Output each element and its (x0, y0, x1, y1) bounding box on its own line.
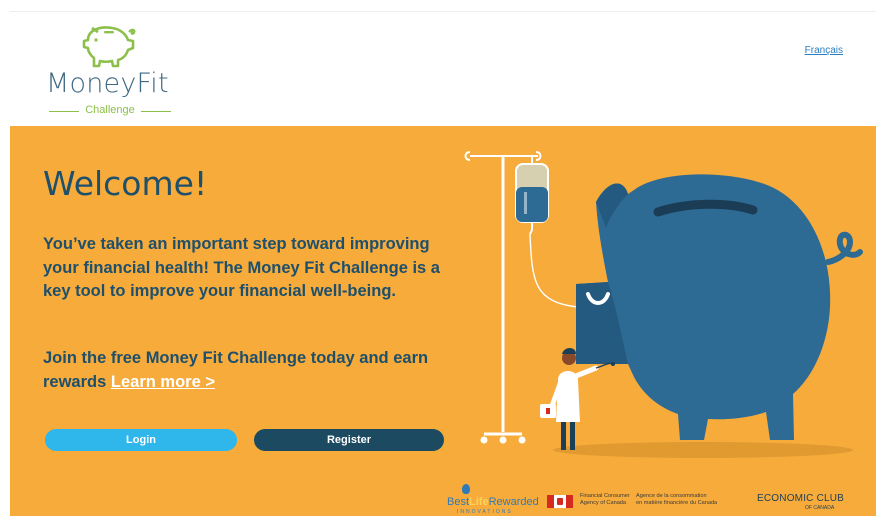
maple-leaf-icon (557, 498, 563, 505)
bestlife-drop-icon (462, 484, 470, 494)
iv-bag (515, 156, 579, 308)
welcome-heading: Welcome! (43, 164, 208, 203)
site-header: MoneyFit Challenge Français (10, 11, 876, 126)
bestlife-word-c: Rewarded (488, 496, 539, 508)
hero-section: Welcome! You’ve taken an important step … (10, 126, 876, 516)
learn-more-link[interactable]: Learn more > (111, 373, 215, 391)
economic-club-dots-icon (787, 506, 803, 509)
logo-title: MoneyFit (46, 68, 169, 99)
fcac-french-name: Agence de la consommation en matière fin… (636, 493, 718, 506)
flag-white-band (554, 495, 566, 508)
pig-shadow (553, 442, 853, 458)
page: MoneyFit Challenge Français Welcome! You… (0, 0, 876, 516)
join-text: Join the free Money Fit Challenge today … (43, 349, 429, 391)
piggy-bank (576, 174, 863, 440)
register-button[interactable]: Register (254, 429, 444, 451)
logo-subtitle: Challenge (43, 104, 177, 116)
bestlife-word-b: Life (469, 496, 489, 508)
intro-paragraph: You’ve taken an important step toward im… (43, 235, 440, 300)
economic-club-logo: ECONOMIC CLUB (757, 493, 845, 504)
economic-club-subtitle: OF CANADA (805, 505, 835, 511)
login-button[interactable]: Login (45, 429, 237, 451)
piggy-bank-logo-icon (82, 26, 136, 68)
moneyfit-logo[interactable]: MoneyFit Challenge (43, 18, 183, 122)
bestliferewarded-logo: BestLifeRewarded (447, 496, 539, 508)
join-paragraph: Join the free Money Fit Challenge today … (43, 347, 443, 394)
fcac-english-name: Financial Consumer Agency of Canada (580, 493, 630, 506)
language-toggle-link[interactable]: Français (805, 45, 843, 56)
partner-logos: BestLifeRewarded INNOVATIONS Financial C… (10, 478, 876, 516)
bestlife-word-a: Best (447, 496, 470, 508)
bestlife-tagline: INNOVATIONS (457, 509, 513, 515)
piggy-bank-doctor-illustration (464, 151, 863, 458)
canada-flag-icon (547, 495, 573, 508)
